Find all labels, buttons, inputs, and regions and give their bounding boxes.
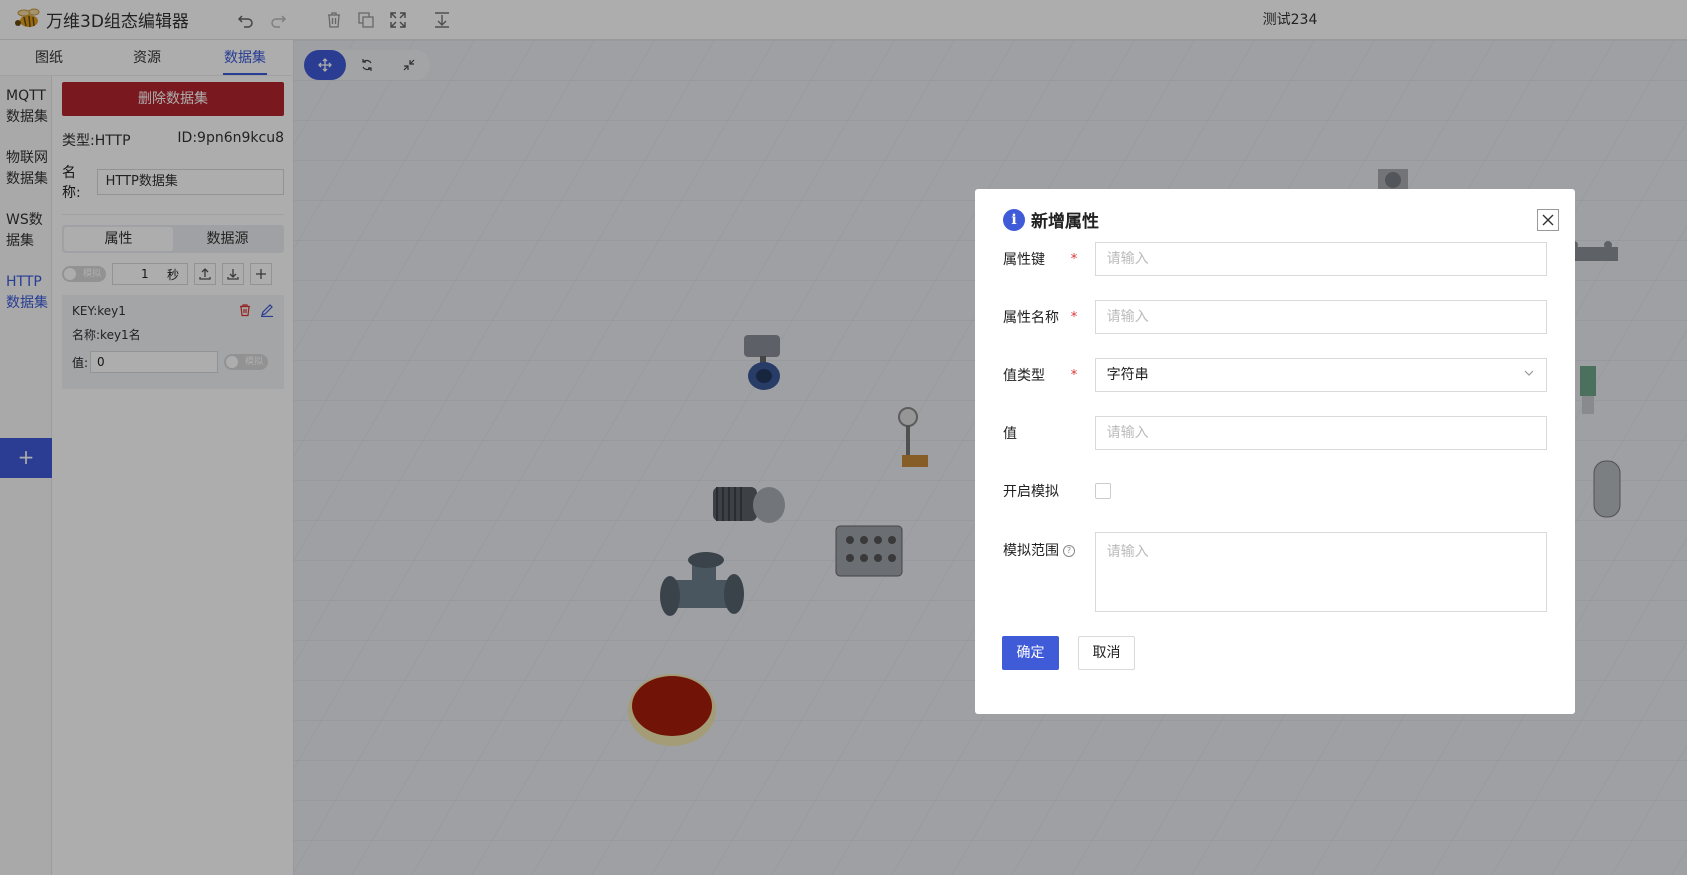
add-property-dialog: i 新增属性 属性键 * 请输入 属性名称 * 请输入 值类型 * 字符串 值 … (975, 189, 1575, 714)
chevron-down-icon (1523, 359, 1535, 391)
dialog-title: 新增属性 (1031, 212, 1099, 232)
required-mark: * (1070, 251, 1078, 267)
value-type-select[interactable]: 字符串 (1094, 358, 1547, 392)
close-icon[interactable] (1537, 209, 1559, 231)
simulation-range-textarea[interactable]: 请输入 (1094, 532, 1547, 612)
info-icon: i (1003, 208, 1025, 231)
enable-simulation-label: 开启模拟 (1003, 484, 1059, 500)
value-type-label: 值类型 (1003, 368, 1045, 384)
value-type-selected: 字符串 (1106, 367, 1149, 383)
value-label: 值 (1003, 426, 1017, 442)
help-icon[interactable]: ? (1063, 545, 1075, 557)
field-value: 值 请输入 (1003, 416, 1547, 450)
confirm-button[interactable]: 确定 (1002, 636, 1059, 670)
required-mark: * (1070, 367, 1078, 383)
value-input[interactable]: 请输入 (1094, 416, 1547, 450)
required-mark: * (1070, 309, 1078, 325)
enable-simulation-checkbox[interactable] (1095, 483, 1111, 499)
field-enable-simulation: 开启模拟 (1003, 474, 1547, 508)
cancel-button[interactable]: 取消 (1078, 636, 1135, 670)
field-value-type: 值类型 * 字符串 (1003, 358, 1547, 392)
simulation-range-label: 模拟范围 (1003, 543, 1059, 559)
property-name-label: 属性名称 (1003, 310, 1059, 326)
property-key-input[interactable]: 请输入 (1094, 242, 1547, 276)
property-name-input[interactable]: 请输入 (1094, 300, 1547, 334)
field-property-key: 属性键 * 请输入 (1003, 242, 1547, 276)
field-property-name: 属性名称 * 请输入 (1003, 300, 1547, 334)
field-simulation-range: 模拟范围? 请输入 (1003, 532, 1547, 612)
property-key-label: 属性键 (1003, 252, 1045, 268)
